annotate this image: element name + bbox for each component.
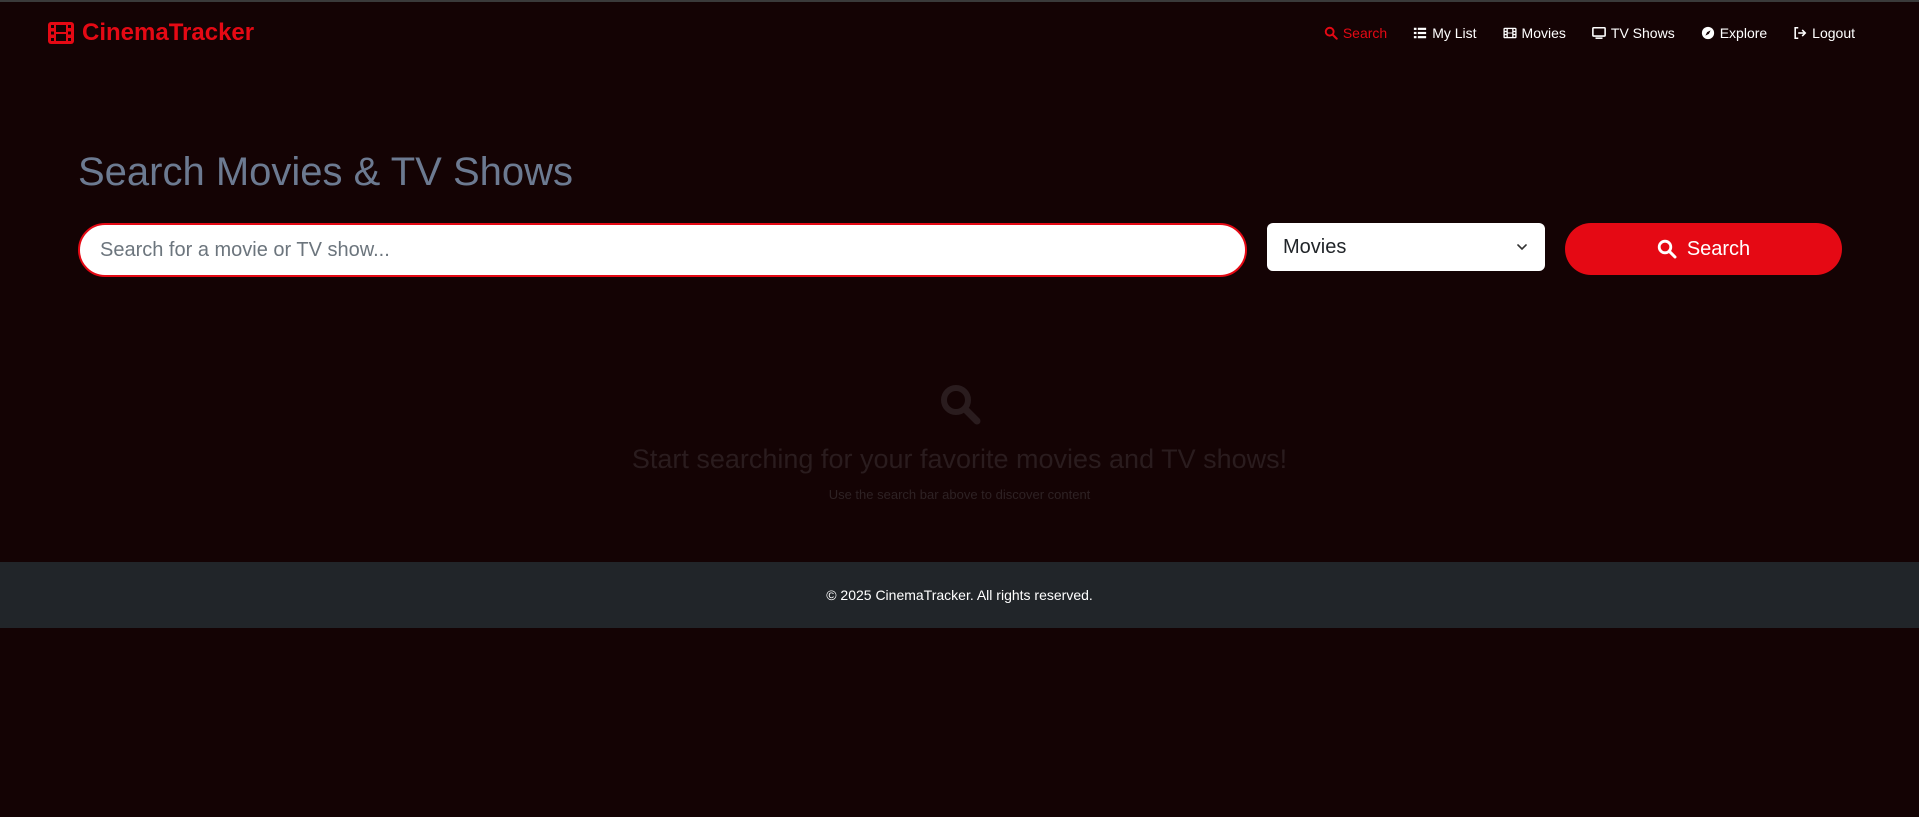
brand-link[interactable]: CinemaTracker (48, 19, 254, 47)
tv-icon (1591, 26, 1606, 39)
brand-name: CinemaTracker (82, 19, 255, 46)
search-icon (1324, 26, 1338, 40)
search-section: Search Movies & TV Shows Movies Search (78, 150, 1842, 283)
search-button[interactable]: Search (1565, 223, 1842, 275)
empty-state-title: Start searching for your favorite movies… (631, 444, 1288, 474)
nav-item-label: Logout (1812, 25, 1855, 41)
list-icon (1414, 27, 1427, 39)
search-input[interactable] (78, 223, 1247, 277)
film-icon (1502, 27, 1517, 39)
logout-icon (1794, 26, 1807, 40)
empty-state: Start searching for your favorite movies… (0, 382, 1919, 502)
nav-item-my-list[interactable]: My List (1413, 25, 1477, 41)
empty-state-subtitle: Use the search bar above to discover con… (828, 487, 1091, 502)
main-nav: Search My List Movies TV Shows Explore L… (1324, 25, 1855, 41)
nav-item-explore[interactable]: Explore (1701, 25, 1767, 41)
navbar: CinemaTracker Search My List Movies TV S… (0, 2, 1919, 64)
copyright-text: © 2025 CinemaTracker. All rights reserve… (826, 587, 1093, 603)
search-icon (1657, 239, 1677, 259)
footer: © 2025 CinemaTracker. All rights reserve… (0, 562, 1919, 628)
search-icon (940, 385, 980, 425)
nav-item-logout[interactable]: Logout (1793, 25, 1855, 41)
chevron-down-icon (1517, 244, 1527, 251)
nav-item-search[interactable]: Search (1324, 25, 1387, 41)
nav-item-movies[interactable]: Movies (1502, 25, 1566, 41)
nav-item-label: TV Shows (1610, 25, 1675, 41)
page-title: Search Movies & TV Shows (78, 150, 574, 194)
type-select[interactable]: Movies (1267, 223, 1545, 271)
nav-item-label: Movies (1521, 25, 1566, 41)
film-icon (48, 22, 74, 44)
nav-item-tv-shows[interactable]: TV Shows (1591, 25, 1675, 41)
nav-item-label: Explore (1719, 25, 1768, 41)
nav-item-label: Search (1342, 25, 1388, 41)
search-form: Movies Search (78, 223, 1842, 283)
search-button-label: Search (1686, 237, 1751, 260)
type-select-value: Movies (1283, 235, 1347, 258)
compass-icon (1701, 26, 1714, 40)
nav-item-label: My List (1432, 25, 1477, 41)
